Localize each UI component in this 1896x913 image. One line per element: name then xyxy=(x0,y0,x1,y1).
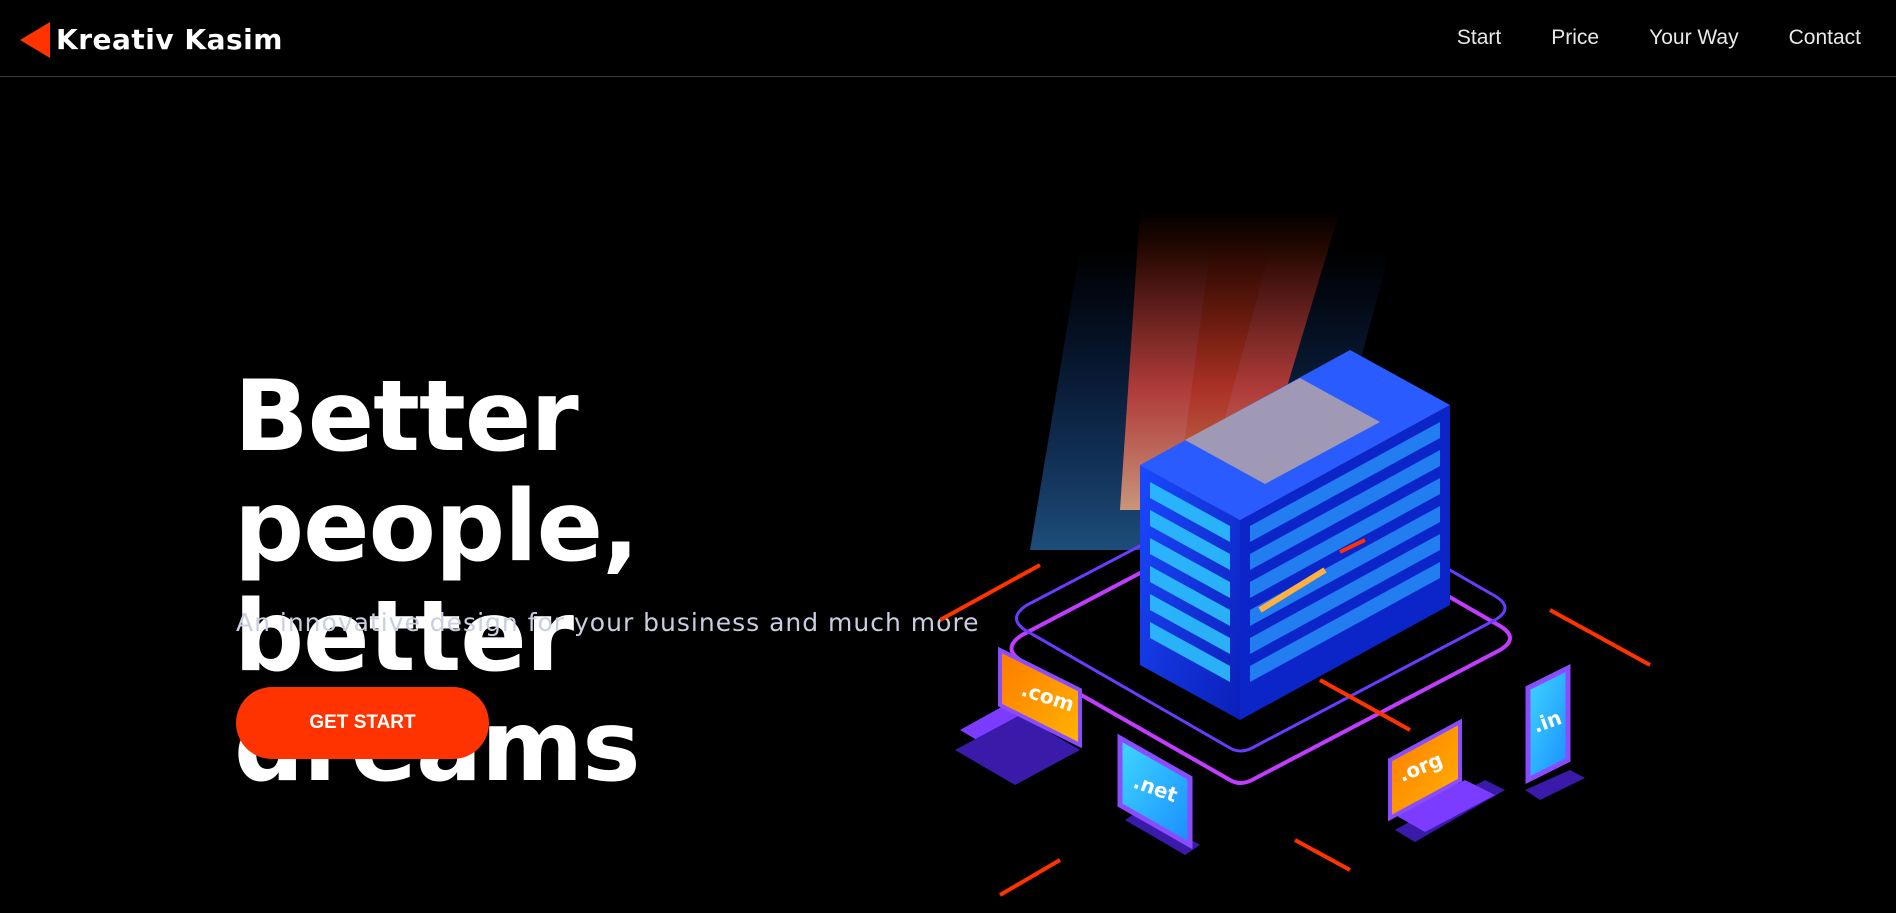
nav-link-start[interactable]: Start xyxy=(1457,24,1501,52)
laptop-org: .org xyxy=(1388,718,1505,842)
laser-streak xyxy=(998,858,1062,897)
logo[interactable]: Kreativ Kasim xyxy=(20,22,283,58)
hero-title-line-1: Better people, xyxy=(234,360,639,584)
nav-link-contact[interactable]: Contact xyxy=(1789,24,1861,52)
laser-streak xyxy=(940,563,1041,622)
brand-name: Kreativ Kasim xyxy=(56,23,283,56)
laser-streak xyxy=(1294,838,1351,872)
hero-subtitle: An innovative design for your business a… xyxy=(236,608,980,637)
nav-link-price[interactable]: Price xyxy=(1551,24,1599,52)
isometric-server-illustration: .com .net .org .in xyxy=(940,190,1660,910)
navbar: Kreativ Kasim Start Price Your Way Conta… xyxy=(0,0,1896,77)
get-start-button[interactable]: GET START xyxy=(236,687,489,759)
laptop-com: .com xyxy=(955,646,1082,785)
nav-menu: Start Price Your Way Contact xyxy=(1407,24,1861,52)
laser-streak xyxy=(1549,608,1651,667)
nav-link-your-way[interactable]: Your Way xyxy=(1649,24,1739,52)
phone-in: .in xyxy=(1525,663,1585,800)
server-illustration-svg: .com .net .org .in xyxy=(940,210,1651,897)
triangle-left-icon xyxy=(20,22,50,58)
